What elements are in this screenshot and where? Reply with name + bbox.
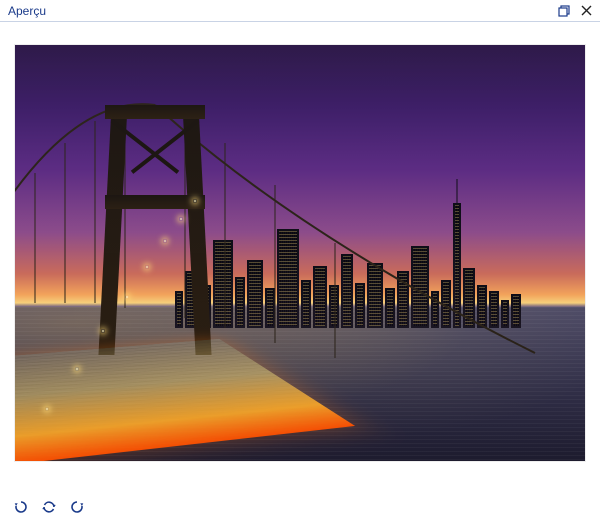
panel-title: Aperçu — [8, 4, 46, 18]
image-preview — [14, 44, 586, 462]
rotate-cw-icon — [69, 499, 85, 515]
close-button[interactable] — [578, 3, 594, 19]
preview-area — [0, 22, 600, 490]
titlebar-controls — [556, 3, 594, 19]
city-skyline-image — [15, 45, 585, 461]
rotate-ccw-icon — [13, 499, 29, 515]
close-icon — [581, 5, 592, 16]
restore-icon — [558, 5, 570, 17]
titlebar: Aperçu — [0, 0, 600, 22]
preview-panel: Aperçu — [0, 0, 600, 524]
restore-button[interactable] — [556, 3, 572, 19]
footer-toolbar — [0, 490, 600, 524]
refresh-icon — [41, 499, 57, 515]
rotate-cw-button[interactable] — [68, 498, 86, 516]
refresh-button[interactable] — [40, 498, 58, 516]
bridge-lamps — [35, 141, 335, 421]
rotate-ccw-button[interactable] — [12, 498, 30, 516]
